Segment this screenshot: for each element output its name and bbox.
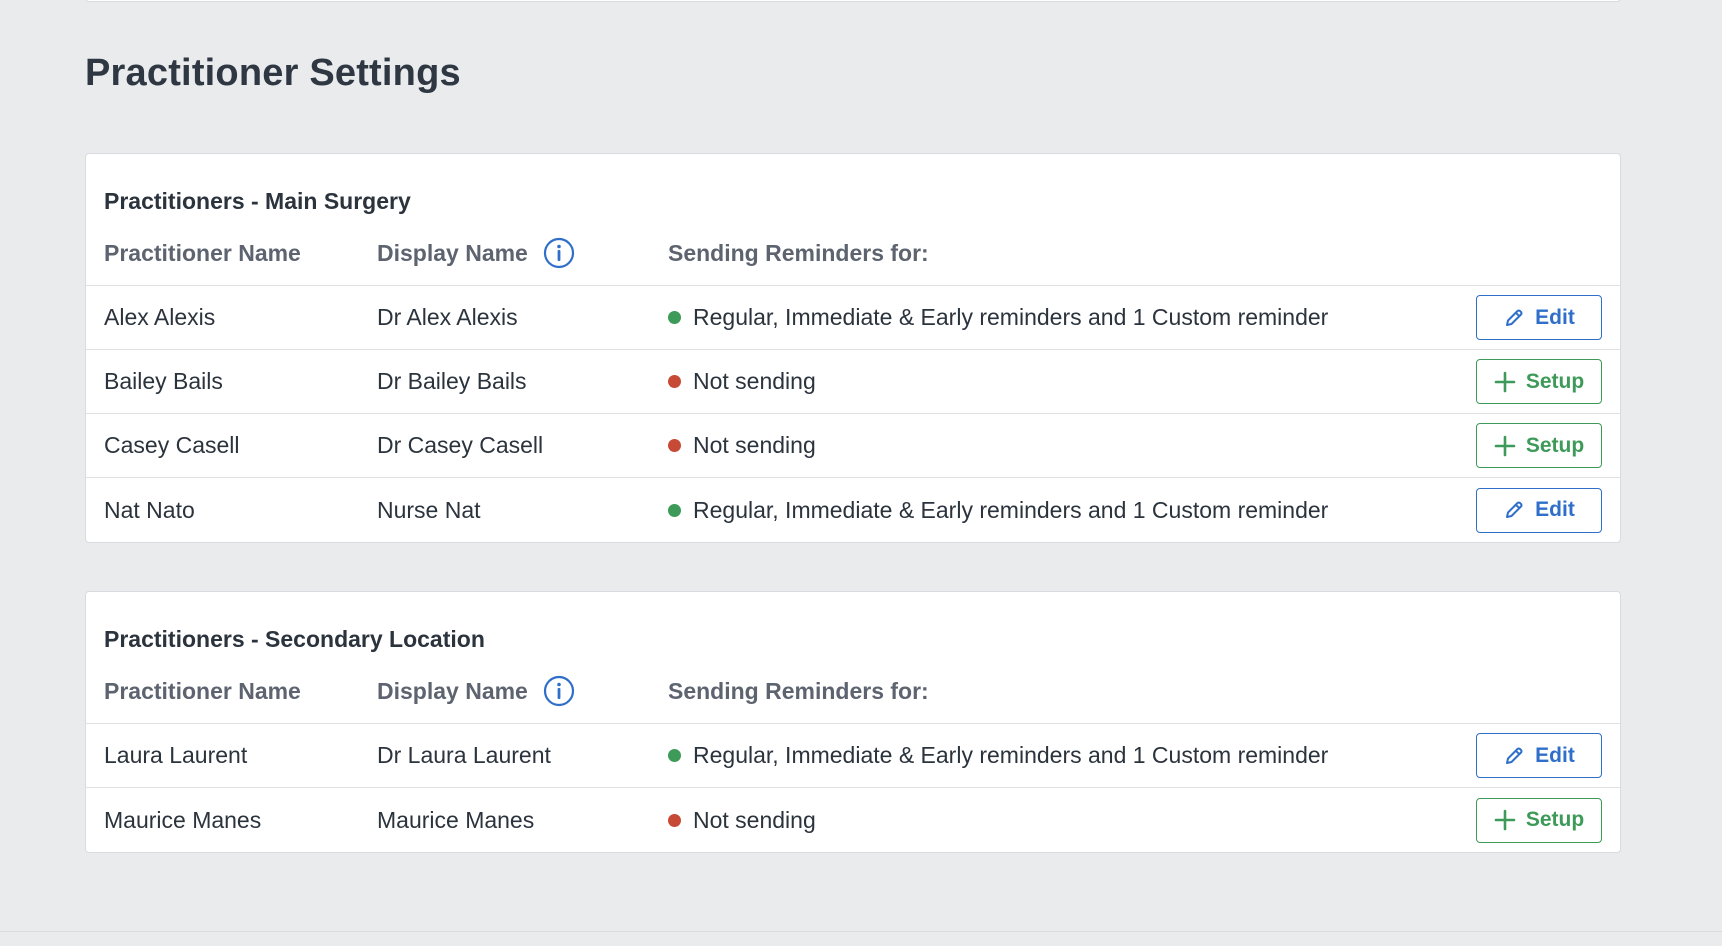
practitioner-name: Maurice Manes xyxy=(104,806,262,833)
display-name: Dr Bailey Bails xyxy=(377,368,527,394)
row-actions: Edit xyxy=(1428,733,1620,778)
practitioner-name: Bailey Bails xyxy=(104,368,223,394)
row-actions: Setup xyxy=(1428,359,1620,404)
row-actions: Setup xyxy=(1428,797,1620,843)
reminder-status-text: Regular, Immediate & Early reminders and… xyxy=(693,496,1329,523)
reminder-status-text: Not sending xyxy=(693,368,816,394)
practitioner-name: Casey Casell xyxy=(104,432,240,458)
table-header: Practitioner Name Display Name Sending R… xyxy=(86,657,1620,724)
column-header-sending-reminders: Sending Reminders for: xyxy=(668,239,929,266)
row-actions: Edit xyxy=(1428,295,1620,340)
reminder-status-text: Not sending xyxy=(693,806,816,833)
table-row: Nat Nato Nurse Nat Regular, Immediate & … xyxy=(86,478,1620,542)
edit-button[interactable]: Edit xyxy=(1476,733,1602,778)
plus-icon xyxy=(1494,809,1516,831)
display-name: Dr Alex Alexis xyxy=(377,304,518,330)
setup-button[interactable]: Setup xyxy=(1476,797,1602,843)
reminder-status: Not sending xyxy=(668,368,1428,395)
table-row: Maurice Manes Maurice Manes Not sending … xyxy=(86,788,1620,852)
practitioner-name: Laura Laurent xyxy=(104,742,248,768)
status-dot-icon xyxy=(668,375,681,388)
setup-button-label: Setup xyxy=(1525,808,1585,831)
column-header-display-name-label: Display Name xyxy=(377,677,528,704)
setup-button[interactable]: Setup xyxy=(1476,423,1602,468)
status-dot-icon xyxy=(668,311,681,324)
column-header-practitioner-name: Practitioner Name xyxy=(104,239,301,266)
status-dot-icon xyxy=(668,439,681,452)
pencil-icon xyxy=(1503,745,1525,767)
info-icon[interactable] xyxy=(543,675,575,707)
practitioners-card-secondary-location: Practitioners - Secondary Location Pract… xyxy=(85,591,1621,853)
table-row: Laura Laurent Dr Laura Laurent Regular, … xyxy=(86,724,1620,788)
column-header-display-name: Display Name xyxy=(377,675,668,707)
reminder-status-text: Regular, Immediate & Early reminders and… xyxy=(693,742,1329,768)
practitioner-name: Nat Nato xyxy=(104,496,195,523)
column-header-sending-reminders: Sending Reminders for: xyxy=(668,677,929,704)
display-name: Maurice Manes xyxy=(377,806,535,833)
setup-button-label: Setup xyxy=(1525,369,1585,393)
column-header-practitioner-name: Practitioner Name xyxy=(104,677,301,704)
row-actions: Setup xyxy=(1428,423,1620,468)
info-icon[interactable] xyxy=(543,237,575,269)
plus-icon xyxy=(1494,435,1516,457)
plus-icon xyxy=(1494,371,1516,393)
table-row: Bailey Bails Dr Bailey Bails Not sending… xyxy=(86,350,1620,414)
practitioners-card-main-surgery: Practitioners - Main Surgery Practitione… xyxy=(85,153,1621,543)
column-header-display-name-label: Display Name xyxy=(377,239,528,266)
table-header: Practitioner Name Display Name Sending R… xyxy=(86,219,1620,286)
edit-button-label: Edit xyxy=(1535,305,1575,329)
table-row: Casey Casell Dr Casey Casell Not sending… xyxy=(86,414,1620,478)
display-name: Nurse Nat xyxy=(377,496,481,523)
pencil-icon xyxy=(1503,499,1525,521)
row-actions: Edit xyxy=(1428,487,1620,533)
bottom-divider xyxy=(0,931,1722,932)
setup-button[interactable]: Setup xyxy=(1476,359,1602,404)
display-name: Dr Casey Casell xyxy=(377,432,544,458)
practitioner-name: Alex Alexis xyxy=(104,304,216,330)
status-dot-icon xyxy=(668,503,681,517)
section-title: Practitioners - Secondary Location xyxy=(104,626,485,652)
edit-button-label: Edit xyxy=(1535,743,1575,767)
status-dot-icon xyxy=(668,749,681,762)
reminder-status: Regular, Immediate & Early reminders and… xyxy=(668,304,1428,331)
edit-button-label: Edit xyxy=(1535,498,1575,521)
reminder-status: Not sending xyxy=(668,807,1428,834)
reminder-status-text: Regular, Immediate & Early reminders and… xyxy=(693,304,1329,330)
reminder-status: Regular, Immediate & Early reminders and… xyxy=(668,497,1428,524)
reminder-status: Regular, Immediate & Early reminders and… xyxy=(668,742,1428,769)
reminder-status: Not sending xyxy=(668,432,1428,459)
table-row: Alex Alexis Dr Alex Alexis Regular, Imme… xyxy=(86,286,1620,350)
section-title: Practitioners - Main Surgery xyxy=(104,188,411,214)
pencil-icon xyxy=(1503,307,1525,329)
previous-card-edge xyxy=(85,0,1621,2)
edit-button[interactable]: Edit xyxy=(1476,487,1602,533)
reminder-status-text: Not sending xyxy=(693,432,816,458)
setup-button-label: Setup xyxy=(1525,433,1585,457)
page-title: Practitioner Settings xyxy=(85,52,461,94)
display-name: Dr Laura Laurent xyxy=(377,742,551,768)
column-header-display-name: Display Name xyxy=(377,237,668,269)
status-dot-icon xyxy=(668,813,681,827)
edit-button[interactable]: Edit xyxy=(1476,295,1602,340)
